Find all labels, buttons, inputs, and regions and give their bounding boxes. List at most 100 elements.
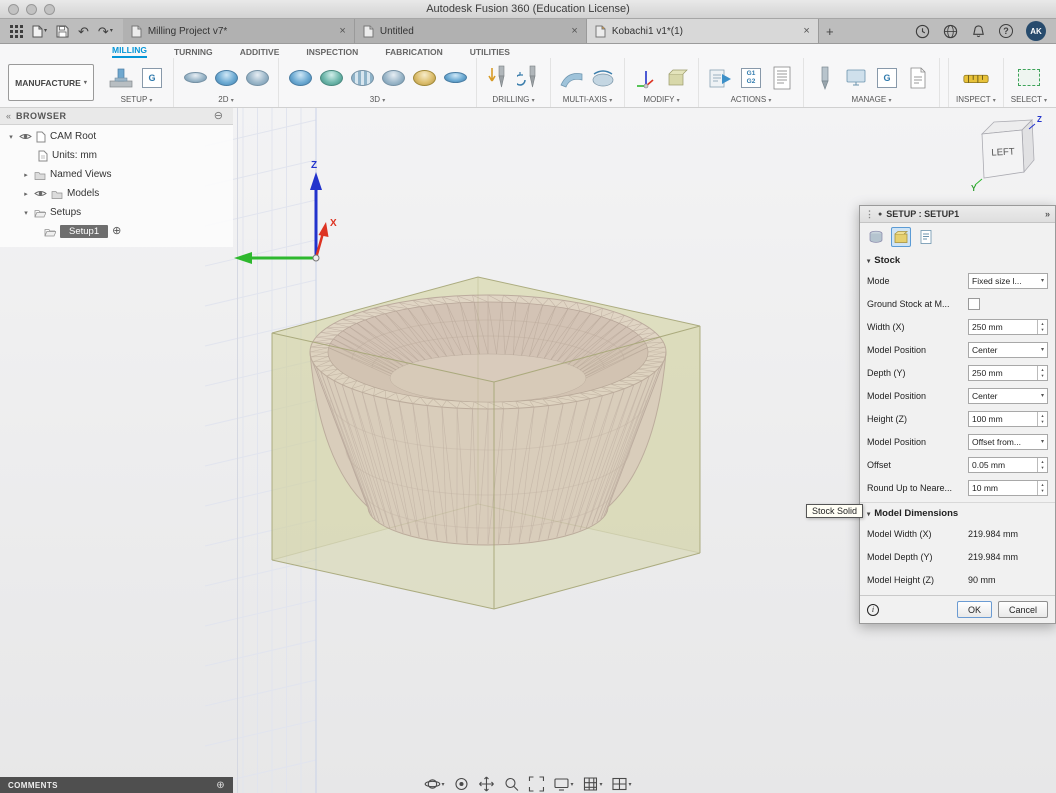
collapse-browser-icon[interactable]: « [6,111,11,121]
cancel-button[interactable]: Cancel [997,601,1048,618]
machine-library-icon[interactable] [842,63,870,93]
group-label-multi-axis[interactable]: MULTI-AXIS ▾ [563,95,613,105]
stepper[interactable]: ▴ ▾ [1037,457,1047,472]
expand-dialog-icon[interactable]: » [1045,209,1050,219]
orbit-icon[interactable]: ▾ [424,776,444,792]
stock-mode-select[interactable]: Fixed size l... ▾ [968,272,1048,289]
close-tab-icon[interactable]: × [803,25,809,37]
window-select-icon[interactable] [1015,63,1043,93]
group-label-setup[interactable]: SETUP ▾ [121,95,153,105]
minimize-browser-icon[interactable]: ⊖ [214,110,223,122]
tab-milling[interactable]: MILLING [112,45,147,58]
drag-grip-icon[interactable]: ⋮ [865,209,874,220]
stock-tab[interactable] [891,227,911,247]
group-label-manage[interactable]: MANAGE ▾ [852,95,892,105]
stock-width-input[interactable]: 250 mm ▴ ▾ [968,318,1048,335]
display-settings-icon[interactable]: ▾ [553,776,574,792]
close-window-button[interactable] [8,4,19,15]
adaptive-2d-icon[interactable] [212,63,240,93]
stock-offset-input[interactable]: 0.05 mm ▴ ▾ [968,456,1048,473]
stock-body[interactable] [272,277,700,609]
expand-comments-icon[interactable]: ⊕ [216,780,225,791]
group-label-3d[interactable]: 3D ▾ [370,95,385,105]
document-tab-milling-project[interactable]: Milling Project v7* × [122,19,355,43]
file-menu-icon[interactable]: ▾ [32,25,47,38]
tab-utilities[interactable]: UTILITIES [470,47,510,58]
stepper[interactable]: ▴ ▾ [1037,480,1047,495]
info-icon[interactable]: i [867,603,879,616]
nc-program-icon[interactable]: G [138,63,166,93]
face-milling-icon[interactable] [181,63,209,93]
stock-section-header[interactable]: ▾ Stock [860,250,1055,269]
tab-additive[interactable]: ADDITIVE [240,47,280,58]
tab-turning[interactable]: TURNING [174,47,213,58]
grid-snaps-icon[interactable]: ▾ [583,776,603,792]
browser-item-units[interactable]: Units: mm [0,146,233,165]
window-controls[interactable] [8,4,55,15]
visibility-eye-icon[interactable] [34,189,47,198]
browser-item-models[interactable]: ▸ Models [0,184,233,203]
visibility-eye-icon[interactable] [19,132,32,141]
browser-item-named-views[interactable]: ▸ Named Views [0,165,233,184]
round-up-input[interactable]: 10 mm ▴ ▾ [968,479,1048,496]
post-library-icon[interactable]: G [873,63,901,93]
swarf-icon[interactable] [558,63,586,93]
ground-stock-checkbox[interactable] [968,297,980,310]
undo-icon[interactable]: ↶ [78,25,89,38]
document-tab-kobachi[interactable]: Kobachi1 v1*(1) × [586,19,819,43]
setup1-selected-label[interactable]: Setup1 [60,225,109,238]
zoom-window-button[interactable] [44,4,55,15]
browser-item-setups[interactable]: ▾ Setups [0,203,233,222]
tool-library-icon[interactable] [811,63,839,93]
look-at-icon[interactable] [453,776,469,792]
job-status-icon[interactable] [915,24,930,39]
group-label-inspect[interactable]: INSPECT ▾ [956,95,996,105]
group-label-drilling[interactable]: DRILLING ▾ [492,95,534,105]
ok-button[interactable]: OK [956,601,992,618]
origin-point[interactable] [312,254,320,262]
comments-bar[interactable]: COMMENTS ⊕ [0,777,233,793]
avatar[interactable]: AK [1026,21,1046,41]
help-icon[interactable]: ? [999,24,1013,38]
browser-item-setup1[interactable]: Setup1 ⊕ [0,222,233,241]
template-library-icon[interactable] [904,63,932,93]
viewports-icon[interactable]: ▾ [612,776,632,792]
stepper[interactable]: ▴ ▾ [1037,411,1047,426]
expand-caret-icon[interactable]: ▸ [22,171,30,179]
drill-icon[interactable] [484,63,512,93]
post-process-icon[interactable] [706,63,734,93]
app-grid-icon[interactable] [10,24,23,38]
redo-icon[interactable]: ↷ ▾ [98,25,113,38]
setup-badge-icon[interactable]: ⊕ [112,226,121,237]
stock-depth-input[interactable]: 250 mm ▴ ▾ [968,364,1048,381]
dialog-header[interactable]: ⋮ ● SETUP : SETUP1 » [860,206,1055,223]
contour-icon[interactable] [379,63,407,93]
document-tab-untitled[interactable]: Untitled × [354,19,587,43]
group-label-select[interactable]: SELECT ▾ [1011,95,1047,105]
scallop-icon[interactable] [410,63,438,93]
bore-icon[interactable] [515,63,543,93]
model-dimensions-section-header[interactable]: ▾ Model Dimensions [860,502,1055,522]
stepper[interactable]: ▴ ▾ [1037,365,1047,380]
tab-fabrication[interactable]: FABRICATION [385,47,442,58]
group-label-modify[interactable]: MODIFY ▾ [643,95,679,105]
wcs-probe-icon[interactable] [632,63,660,93]
setup-tab[interactable] [866,227,886,247]
workspace-selector[interactable]: MANUFACTURE ▾ [8,64,94,101]
save-icon[interactable] [56,25,69,38]
online-status-globe-icon[interactable] [943,24,958,39]
simulate-g1g2-icon[interactable]: G1 G2 [737,63,765,93]
parallel-icon[interactable] [348,63,376,93]
model-position-z-select[interactable]: Offset from... ▾ [968,433,1048,450]
notifications-bell-icon[interactable] [971,24,986,39]
new-tab-button[interactable]: + [819,19,841,43]
stepper[interactable]: ▴ ▾ [1037,319,1047,334]
multi-axis-contour-icon[interactable] [589,63,617,93]
close-tab-icon[interactable]: × [339,25,345,37]
stock-height-input[interactable]: 100 mm ▴ ▾ [968,410,1048,427]
model-position-x-select[interactable]: Center ▾ [968,341,1048,358]
group-label-2d[interactable]: 2D ▾ [218,95,233,105]
minimize-window-button[interactable] [26,4,37,15]
pocket-clearing-icon[interactable] [317,63,345,93]
zoom-icon[interactable] [503,776,519,792]
